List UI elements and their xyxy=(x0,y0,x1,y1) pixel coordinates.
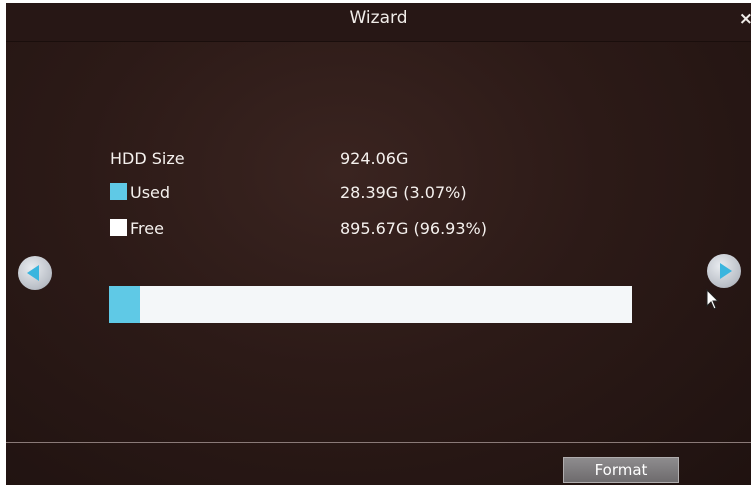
next-page-button[interactable] xyxy=(707,254,741,288)
free-label: Free xyxy=(130,219,164,238)
hdd-size-label: HDD Size xyxy=(110,149,185,168)
window-title: Wizard xyxy=(349,8,408,28)
title-bar: Wizard × xyxy=(6,3,751,42)
wizard-window: Wizard × HDD Size 924.06G Used 28.39G (3… xyxy=(6,3,751,485)
free-legend-swatch xyxy=(110,219,127,236)
used-legend-swatch xyxy=(110,183,127,200)
used-label: Used xyxy=(130,183,171,202)
mouse-pointer-icon xyxy=(706,288,720,315)
free-value: 895.67G (96.93%) xyxy=(340,219,487,238)
hdd-size-value: 924.06G xyxy=(340,149,409,168)
used-value: 28.39G (3.07%) xyxy=(340,183,467,202)
disk-usage-bar xyxy=(109,286,632,323)
format-button[interactable]: Format xyxy=(563,457,679,483)
chevron-left-icon xyxy=(27,265,39,281)
previous-page-button[interactable] xyxy=(18,256,52,290)
disk-usage-fill xyxy=(109,286,141,323)
close-icon[interactable]: × xyxy=(739,9,751,29)
footer-divider xyxy=(6,442,751,443)
chevron-right-icon xyxy=(720,263,732,279)
